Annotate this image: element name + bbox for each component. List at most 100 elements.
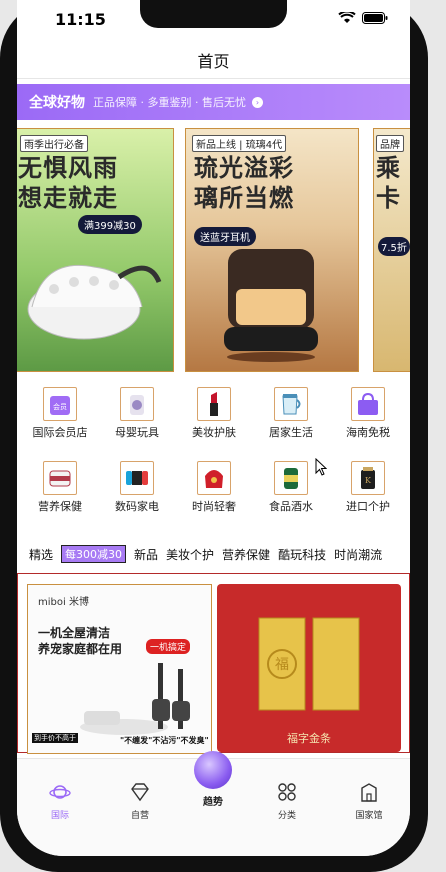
device: 11:15 首页 全球好物 正品保障 · 多重鉴别 · 售后无忧 › 雨季出行必…: [0, 0, 446, 872]
pavilion-icon: [361, 783, 377, 802]
diamond-icon: [131, 783, 149, 802]
category-label: 时尚轻奢: [192, 500, 236, 513]
category-label: 进口个护: [346, 500, 390, 513]
product-headline-line: 一机全屋清洁: [38, 626, 111, 640]
product-card[interactable]: 福 福字金条: [217, 584, 401, 752]
category-item[interactable]: 时尚轻奢: [179, 461, 249, 514]
card-headline: 乘 卡: [376, 153, 401, 213]
bottom-tabbar: 国际 自营 趋势 分类 国家馆: [17, 751, 410, 856]
svg-text:K: K: [365, 476, 372, 485]
tabbar-label: 趋势: [203, 797, 223, 808]
tabbar-item-trend[interactable]: 趋势: [188, 751, 238, 808]
tabbar-item-international[interactable]: 国际: [30, 781, 90, 821]
grid-icon: [278, 783, 296, 801]
product-card[interactable]: miboi 米博 一机全屋清洁 养宠家庭都在用 一机搞定 到手价不高于 "不缠发…: [27, 584, 212, 754]
tabbar-item-category[interactable]: 分类: [257, 781, 317, 821]
clog-shoe-icon: [27, 264, 162, 340]
product-tag: 一机搞定: [146, 639, 191, 654]
tabbar-label: 自营: [130, 811, 149, 821]
gold-bar-icon: 福: [258, 617, 360, 711]
card-headline-line: 无惧风雨: [18, 154, 118, 182]
tab-featured[interactable]: 精选: [29, 546, 53, 563]
humidifier-icon: [224, 249, 318, 362]
battery-icon: [362, 12, 388, 24]
mouse-cursor-icon: [315, 458, 327, 476]
screen: 11:15 首页 全球好物 正品保障 · 多重鉴别 · 售后无忧 › 雨季出行必…: [17, 0, 410, 856]
card-headline-line: 璃所当燃: [194, 184, 294, 212]
tab-nutrition[interactable]: 营养保健: [222, 546, 270, 563]
product-feed: miboi 米博 一机全屋清洁 养宠家庭都在用 一机搞定 到手价不高于 "不缠发…: [17, 573, 410, 754]
card-badge: 7.5折: [378, 237, 410, 256]
featured-card[interactable]: 新品上线 | 琉璃4代 琉光溢彩 璃所当燃 送蓝牙耳机: [185, 128, 359, 372]
card-headline-line: 琉光溢彩: [194, 154, 294, 182]
lipstick-icon: [197, 387, 231, 421]
product-brand: miboi 米博: [38, 597, 89, 608]
wifi-icon: [338, 12, 356, 23]
category-item[interactable]: 营养保健: [25, 461, 95, 514]
category-label: 食品酒水: [269, 500, 313, 513]
card-headline-line: 想走就走: [18, 184, 118, 212]
status-time: 11:15: [55, 10, 106, 29]
filter-tabs: 精选 每300减30 新品 美妆个护 营养保健 酷玩科技 时尚潮流: [29, 545, 410, 563]
baby-formula-icon: [120, 387, 154, 421]
category-label: 居家生活: [269, 426, 313, 439]
category-label: 母婴玩具: [115, 426, 159, 439]
supplement-icon: [43, 461, 77, 495]
category-item[interactable]: 居家生活: [256, 387, 326, 440]
banner-title: 全球好物: [29, 95, 85, 111]
tabbar-item-pavilion[interactable]: 国家馆: [339, 781, 399, 821]
svg-text:福: 福: [275, 657, 289, 673]
banner-subtitle: 正品保障 · 多重鉴别 · 售后无忧: [93, 96, 246, 109]
card-tag: 品牌: [376, 135, 404, 152]
category-item[interactable]: 海南免税: [333, 387, 403, 440]
category-item[interactable]: 美妆护肤: [179, 387, 249, 440]
handbag-icon: [197, 461, 231, 495]
notch: [140, 0, 287, 28]
trend-orb-icon: [194, 751, 232, 789]
product-promo: 到手价不高于: [32, 733, 78, 743]
hair-care-icon: K: [351, 461, 385, 495]
nav-divider: [17, 78, 410, 79]
chevron-right-icon: ›: [251, 96, 263, 108]
product-promo: "不缠发"不沾污"不发臭": [120, 736, 209, 745]
tabbar-label: 分类: [277, 811, 296, 821]
product-headline: 一机全屋清洁 养宠家庭都在用: [38, 625, 122, 657]
category-label: 美妆护肤: [192, 426, 236, 439]
card-headline: 无惧风雨 想走就走: [18, 153, 118, 213]
featured-card[interactable]: 雨季出行必备 无惧风雨 想走就走 满399减30: [17, 128, 174, 372]
featured-carousel[interactable]: 雨季出行必备 无惧风雨 想走就走 满399减30 新品上线 | 琉璃4代 琉光溢…: [17, 128, 410, 372]
category-item[interactable]: K 进口个护: [333, 461, 403, 514]
card-tag: 新品上线 | 琉璃4代: [192, 135, 287, 152]
featured-card[interactable]: 品牌 乘 卡 7.5折: [373, 128, 410, 372]
category-item[interactable]: 数码家电: [102, 461, 172, 514]
card-headline-line: 乘: [376, 154, 401, 182]
product-caption: 福字金条: [287, 732, 331, 745]
vacuum-icon: [80, 663, 190, 735]
page-title: 首页: [197, 52, 230, 71]
tab-tech[interactable]: 酷玩科技: [278, 546, 326, 563]
svg-text:会员: 会员: [53, 402, 67, 411]
category-label: 国际会员店: [32, 426, 88, 439]
card-tag: 雨季出行必备: [20, 135, 88, 152]
tabbar-item-self-operated[interactable]: 自营: [110, 781, 170, 821]
card-headline: 琉光溢彩 璃所当燃: [194, 153, 294, 213]
card-headline-line: 卡: [376, 184, 401, 212]
tab-fashion[interactable]: 时尚潮流: [334, 546, 382, 563]
game-console-icon: [120, 461, 154, 495]
tab-beauty[interactable]: 美妆个护: [166, 546, 214, 563]
tabbar-label: 国际: [50, 811, 69, 821]
water-pitcher-icon: [274, 387, 308, 421]
tabbar-label: 国家馆: [355, 811, 383, 821]
beverage-icon: [274, 461, 308, 495]
tab-new[interactable]: 新品: [134, 546, 158, 563]
category-item[interactable]: 会员 国际会员店: [25, 387, 95, 440]
category-label: 营养保健: [38, 500, 82, 513]
status-icons: [338, 12, 388, 24]
tab-promo[interactable]: 每300减30: [61, 545, 127, 563]
promo-banner[interactable]: 全球好物 正品保障 · 多重鉴别 · 售后无忧 ›: [17, 84, 410, 120]
planet-icon: [49, 785, 71, 799]
category-label: 海南免税: [346, 426, 390, 439]
shopping-bag-icon: [351, 387, 385, 421]
category-item[interactable]: 母婴玩具: [102, 387, 172, 440]
card-badge: 满399减30: [78, 215, 142, 234]
